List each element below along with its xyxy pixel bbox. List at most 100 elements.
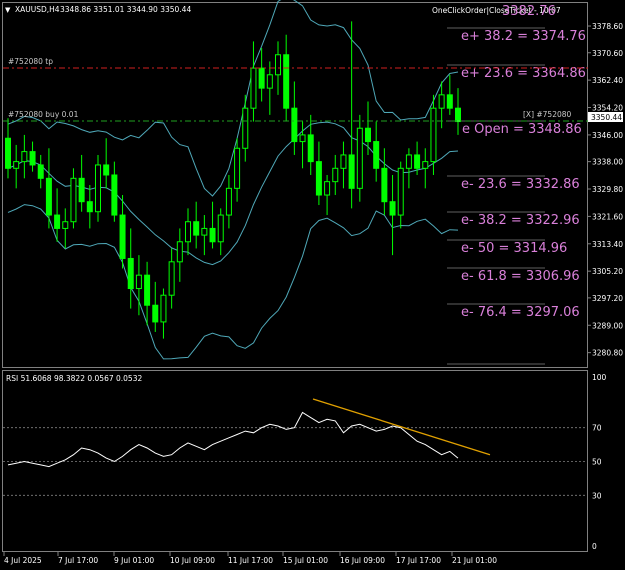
time-tick-label: 15 Jul 01:00: [283, 556, 328, 565]
candle-body: [446, 94, 453, 109]
rsi-tick-label: 50: [592, 458, 602, 467]
time-tick-label: 9 Jul 01:00: [114, 556, 154, 565]
time-tick-label: 10 Jul 09:00: [170, 556, 215, 565]
price-tick-label: 3280.80: [592, 349, 623, 358]
fib-level-label: e- 38.2 = 3322.96: [461, 213, 580, 228]
candle-body: [127, 257, 134, 290]
candle-body: [95, 164, 101, 213]
chart-background: [0, 0, 625, 570]
price-tick-label: 3313.40: [592, 240, 623, 249]
candle-body: [242, 107, 249, 149]
candle-body: [5, 137, 11, 169]
candle-body: [340, 154, 347, 169]
time-tick-label: 16 Jul 09:00: [340, 556, 385, 565]
tp-label: #752080 tp: [8, 57, 53, 66]
candle-body: [332, 167, 339, 183]
time-tick-label: 11 Jul 17:00: [228, 556, 273, 565]
candle-body: [86, 201, 93, 213]
candle-body: [225, 187, 232, 216]
candle-body: [455, 107, 461, 123]
candle-body: [389, 201, 396, 216]
candle-body: [37, 164, 44, 179]
candle-body: [45, 177, 52, 216]
candle-body: [29, 151, 36, 166]
candle-body: [324, 181, 331, 196]
fib-level-label: e Open = 3348.86: [462, 122, 582, 137]
fib-level-label: e- 50 = 3314.96: [461, 241, 567, 256]
close-ticket-button[interactable]: [X] #752080: [523, 110, 572, 119]
price-tick-label: 3329.80: [592, 185, 623, 194]
candle-body: [422, 161, 429, 169]
time-tick-label: 21 Jul 01:00: [452, 556, 497, 565]
candle-body: [78, 177, 85, 203]
fib-level-label: e- 61.8 = 3306.96: [461, 269, 580, 284]
candle-body: [144, 274, 151, 306]
candle-body: [307, 134, 314, 163]
candle-body: [21, 151, 28, 163]
candle-body: [152, 304, 159, 323]
candle-body: [160, 294, 167, 323]
price-tick-label: 3305.20: [592, 267, 623, 276]
price-tick-label: 3338.00: [592, 158, 623, 167]
candle-body: [430, 107, 437, 163]
rsi-label: RSI 51.6068 98.3822 0.0567 0.0532: [6, 374, 142, 383]
candle-body: [348, 154, 355, 189]
candle-body: [365, 127, 371, 143]
candle-body: [103, 164, 110, 176]
time-tick-label: 4 Jul 2025: [4, 556, 42, 565]
price-tick-label: 3354.20: [592, 104, 623, 113]
candle-body: [201, 227, 208, 236]
fib-level-label: e+ 38.2 = 3374.76: [461, 29, 586, 44]
ohlc-label: 3348.86 3351.01 3344.90 3350.44: [60, 5, 191, 14]
candle-body: [266, 74, 273, 89]
price-tick-label: 3297.20: [592, 294, 623, 303]
candle-body: [405, 154, 412, 169]
candle-body: [176, 241, 183, 263]
buy-label: #752080 buy 0.01: [8, 110, 79, 119]
rsi-tick-label: 30: [592, 491, 602, 500]
candle-body: [283, 54, 290, 109]
collapse-icon[interactable]: ▼: [5, 6, 11, 14]
price-tick-label: 3362.40: [592, 76, 623, 85]
candle-body: [291, 107, 298, 143]
candle-body: [356, 127, 363, 189]
candle-body: [217, 214, 224, 243]
ea-value: 3382.76: [502, 4, 556, 19]
candle-body: [119, 214, 126, 259]
candle-body: [373, 141, 380, 169]
candle-body: [315, 161, 322, 196]
candle-body: [62, 221, 69, 229]
candle-body: [111, 174, 118, 216]
candle-body: [250, 67, 257, 109]
candle-body: [135, 274, 142, 290]
price-tick-label: 3370.60: [592, 49, 623, 58]
current-price: 3350.44: [591, 113, 622, 122]
candle-body: [185, 221, 191, 243]
candle-body: [209, 227, 216, 243]
symbol-label: XAUUSD,H4: [15, 5, 60, 14]
candle-body: [438, 94, 445, 109]
trading-chart[interactable]: 3378.60 3370.60 3362.40 3354.20 3346.00 3338.…: [0, 0, 625, 570]
candle-body: [414, 154, 421, 169]
candle-body: [299, 134, 306, 143]
price-tick-label: 3346.00: [592, 131, 623, 140]
candle-body: [193, 221, 200, 236]
fib-level-label: e- 76.4 = 3297.06: [461, 305, 580, 320]
time-tick-label: 17 Jul 17:00: [396, 556, 441, 565]
price-tick-label: 3321.60: [592, 212, 623, 221]
rsi-tick-label: 0: [592, 542, 597, 551]
time-tick-label: 7 Jul 17:00: [58, 556, 98, 565]
rsi-tick-label: 100: [592, 373, 607, 382]
candle-body: [168, 261, 175, 296]
candle-body: [234, 147, 241, 189]
candle-body: [275, 54, 281, 76]
price-tick-label: 3289.00: [592, 321, 623, 330]
candle-body: [54, 214, 61, 229]
candle-body: [13, 161, 20, 169]
candle-body: [258, 67, 265, 89]
rsi-tick-label: 70: [592, 424, 602, 433]
candle-body: [397, 167, 404, 216]
price-tick-label: 3378.60: [592, 22, 623, 31]
fib-level-label: e- 23.6 = 3332.86: [461, 177, 580, 192]
candle-body: [70, 177, 77, 223]
